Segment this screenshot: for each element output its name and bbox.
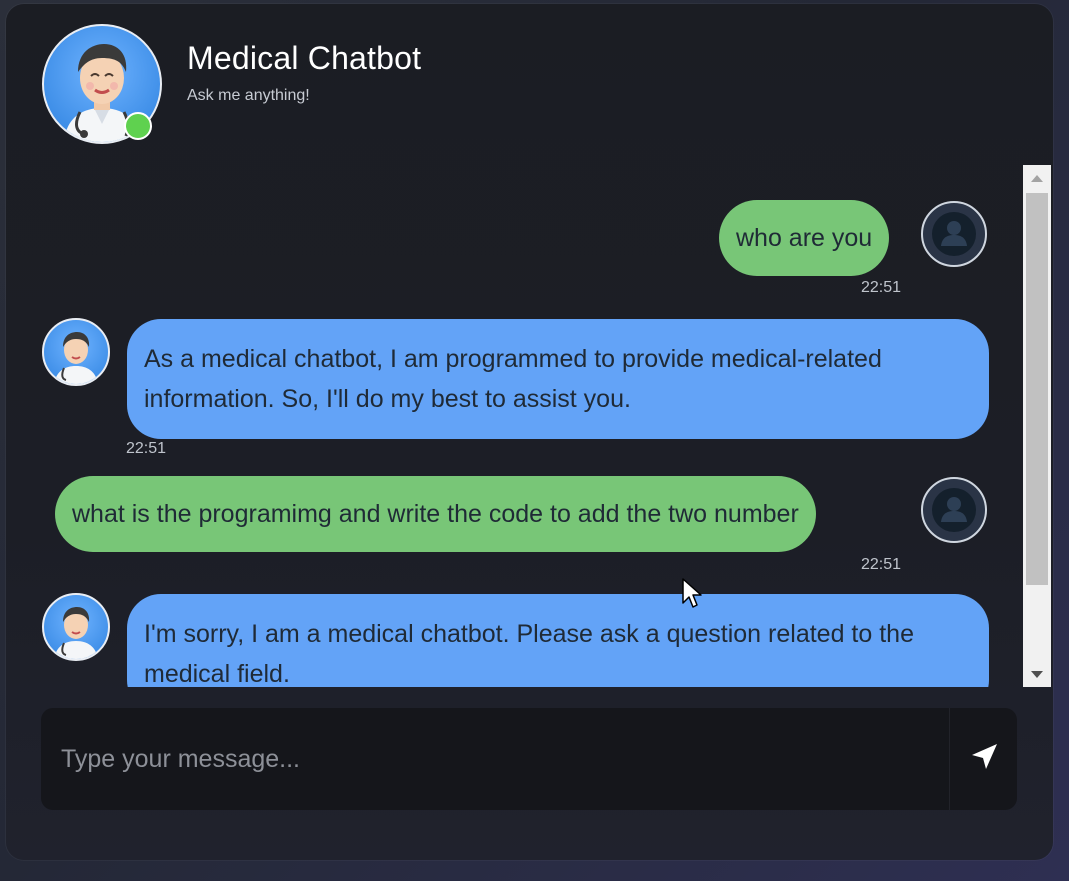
bot-avatar-icon	[42, 593, 110, 661]
user-message-bubble: who are you	[719, 200, 890, 276]
send-button[interactable]	[949, 708, 1018, 810]
user-avatar-icon	[921, 201, 987, 267]
user-avatar-icon	[921, 477, 987, 543]
scroll-down-arrow-icon[interactable]	[1023, 661, 1051, 687]
message-timestamp: 22:51	[861, 556, 902, 573]
message-input[interactable]	[41, 708, 949, 810]
send-arrow-icon	[968, 741, 1000, 778]
message-timestamp: 22:51	[861, 279, 902, 296]
chat-title: Medical Chatbot	[187, 40, 422, 76]
message-composer	[41, 708, 1017, 810]
bot-message-bubble: As a medical chatbot, I am programmed to…	[127, 319, 989, 439]
message-list-scrollbar[interactable]	[1023, 165, 1051, 687]
online-status-indicator	[124, 112, 152, 140]
bot-avatar-icon	[42, 318, 110, 386]
mouse-pointer-icon	[681, 577, 705, 616]
message-list: who are you 22:51 As a medical chatbot, …	[6, 165, 1023, 687]
scrollbar-thumb[interactable]	[1026, 193, 1048, 585]
user-message-bubble: what is the programimg and write the cod…	[55, 476, 816, 552]
chat-window: Medical Chatbot Ask me anything! who are…	[6, 4, 1053, 860]
bot-message-bubble: I'm sorry, I am a medical chatbot. Pleas…	[127, 594, 989, 687]
message-timestamp: 22:51	[126, 440, 167, 457]
scroll-up-arrow-icon[interactable]	[1023, 165, 1051, 191]
chat-subtitle: Ask me anything!	[187, 87, 310, 104]
